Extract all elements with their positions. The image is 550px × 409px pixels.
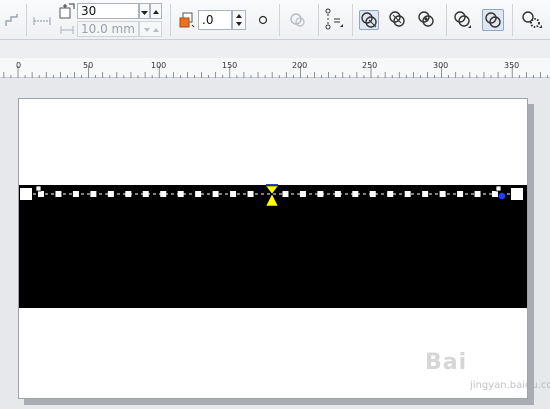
blend-step-object xyxy=(282,191,289,197)
blend-acceleration-top-handle xyxy=(265,185,279,195)
blend-step-object xyxy=(492,191,498,197)
blend-end-node xyxy=(498,192,506,200)
blend-acceleration-bottom-handle xyxy=(265,193,279,207)
blend-end-handle xyxy=(495,185,502,192)
blend-step-object xyxy=(369,191,376,197)
blend-end-object xyxy=(511,188,523,200)
watermark: Bai xyxy=(425,350,468,375)
blend-step-object xyxy=(212,191,219,197)
blend-step-object xyxy=(439,191,446,197)
blend-step-object xyxy=(90,191,97,197)
blend-step-object xyxy=(142,191,149,197)
blend-step-object xyxy=(457,191,464,197)
blend-step-object xyxy=(72,191,79,197)
blend-step-object xyxy=(404,191,411,197)
blend-step-object xyxy=(230,191,237,197)
blend-step-object xyxy=(334,191,341,197)
watermark-subtext: jingyan.baidu.com xyxy=(470,380,550,391)
blend-step-object xyxy=(352,191,359,197)
blend-step-object xyxy=(387,191,394,197)
blend-step-object xyxy=(195,191,202,197)
blend-start-object xyxy=(20,188,32,200)
blend-step-object xyxy=(422,191,429,197)
blend-overlay xyxy=(20,184,523,207)
blend-step-object xyxy=(38,191,44,197)
blend-start-handle xyxy=(35,185,42,192)
blend-step-object xyxy=(299,191,306,197)
blend-step-object xyxy=(160,191,167,197)
blend-acceleration-bar xyxy=(266,184,278,186)
blend-step-object xyxy=(177,191,184,197)
blend-step-object xyxy=(247,191,254,197)
blend-step-object xyxy=(125,191,132,197)
blend-step-object xyxy=(107,191,114,197)
blend-step-object xyxy=(317,191,324,197)
blend-step-object xyxy=(55,191,62,197)
blend-step-object xyxy=(474,191,481,197)
